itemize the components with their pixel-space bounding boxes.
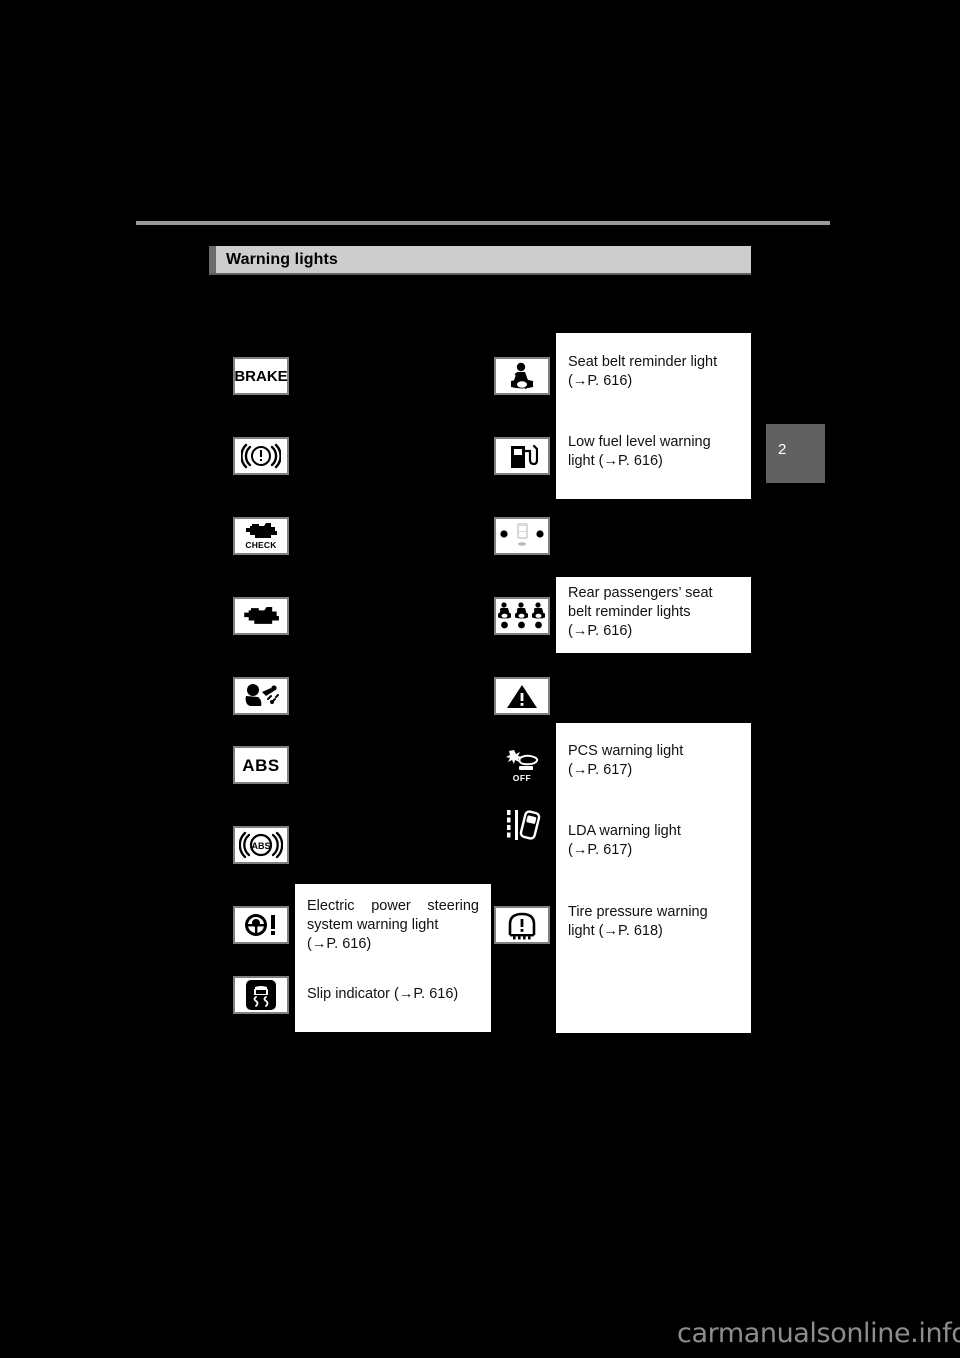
manual-page: Warning lights 2 BRAKE CHECK ABS ABS OFF… xyxy=(0,0,960,1358)
callout-line: PCS warning light xyxy=(568,743,684,759)
callout-line: (→P. 616) xyxy=(568,373,633,389)
callout-line: Seat belt reminder light xyxy=(568,354,718,370)
lda-warning-light-icon xyxy=(494,806,550,844)
chapter-number: 2 xyxy=(778,441,787,458)
master-warning-light-icon xyxy=(494,677,550,715)
warning-triangle-glyph xyxy=(507,685,537,708)
svg-text:ABS: ABS xyxy=(251,841,270,851)
callout-line: (→P. 617) xyxy=(568,762,633,778)
callout-line: system warning light xyxy=(307,917,439,933)
low-fuel-level-warning-light-icon xyxy=(494,437,550,475)
srs-airbag-warning-light-icon xyxy=(233,677,289,715)
electric-power-steering-warning-light-icon xyxy=(233,906,289,944)
engine-glyph xyxy=(246,523,277,539)
callout-line: light (→P. 616) xyxy=(568,453,663,469)
abs-warning-light-icon: ABS xyxy=(233,746,289,784)
rear-seatbelt-glyph xyxy=(498,602,545,629)
slip-indicator-icon xyxy=(233,976,289,1014)
lda-glyph xyxy=(507,810,541,840)
callout-right-bottom: PCS warning light (→P. 617) LDA warning … xyxy=(556,723,751,1033)
callout-line: Slip indicator (→P. 616) xyxy=(307,986,459,1002)
rear-passengers-seat-belt-reminder-lights-icon xyxy=(494,597,550,635)
callout-line: belt reminder lights xyxy=(568,604,691,620)
callout-line: LDA warning light xyxy=(568,823,681,839)
callout-line: Rear passengers’ seat xyxy=(568,585,713,601)
check-engine-label: CHECK xyxy=(245,540,277,551)
abs-circle-glyph: ABS xyxy=(239,831,283,859)
callout-line: light (→P. 618) xyxy=(568,923,663,939)
brake-assist-warning-light-icon: ABS xyxy=(233,826,289,864)
engine-glyph xyxy=(244,607,279,624)
callout-line: Low fuel level warning xyxy=(568,434,711,450)
abs-warning-light-label: ABS xyxy=(242,755,280,775)
callout-right-mid: Rear passengers’ seat belt reminder ligh… xyxy=(556,577,751,653)
front-passenger-occupant-indicator-icon xyxy=(494,517,550,555)
callout-line: (→P. 617) xyxy=(568,842,633,858)
callout-line: (→P. 616) xyxy=(307,936,372,952)
callout-left: Electric power steering system warning l… xyxy=(295,884,491,1032)
seat-belt-reminder-light-icon xyxy=(494,357,550,395)
callout-line: (→P. 616) xyxy=(568,623,633,639)
tire-pressure-warning-light-icon xyxy=(494,906,550,944)
callout-line: Tire pressure warning xyxy=(568,904,708,920)
page-title: Warning lights xyxy=(226,250,338,268)
callout-line: Electric power steering xyxy=(307,898,479,914)
fuel-pump-glyph xyxy=(511,444,538,468)
pcs-off-label: OFF xyxy=(512,772,532,783)
section-header-accent xyxy=(209,246,216,273)
malfunction-indicator-lamp-icon xyxy=(233,597,289,635)
slip-glyph xyxy=(246,980,276,1010)
pcs-glyph xyxy=(506,749,539,770)
section-header: Warning lights xyxy=(209,246,751,273)
chapter-tab: 2 xyxy=(766,424,825,483)
header-rule xyxy=(136,221,830,225)
site-watermark: carmanualsonline.info xyxy=(677,1318,960,1349)
brake-system-warning-light-icon xyxy=(233,437,289,475)
airbag-glyph xyxy=(245,684,279,706)
brake-warning-light-icon: BRAKE xyxy=(233,357,289,395)
brake-circle-glyph xyxy=(241,443,281,469)
seatbelt-glyph xyxy=(511,362,533,390)
occupant-glyph xyxy=(500,523,544,546)
brake-warning-light-label: BRAKE xyxy=(234,367,288,385)
callout-right-top: Seat belt reminder light (→P. 616) Low f… xyxy=(556,333,751,499)
check-engine-warning-light-icon: CHECK xyxy=(233,517,289,555)
pcs-warning-light-icon: OFF xyxy=(494,746,550,784)
steering-wheel-glyph xyxy=(245,914,275,936)
tire-pressure-glyph xyxy=(508,912,536,940)
